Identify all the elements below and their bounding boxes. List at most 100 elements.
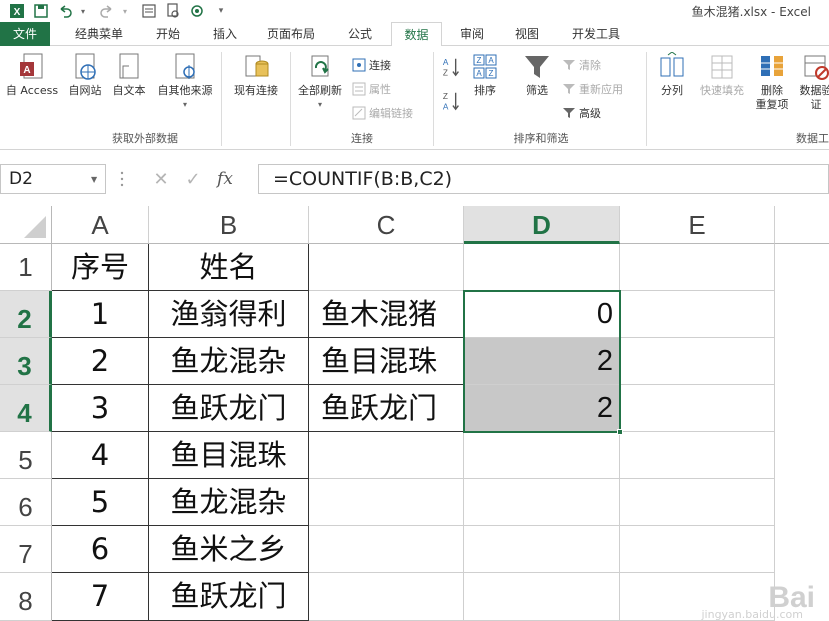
tab-data[interactable]: 数据 [391, 22, 442, 47]
enter-check-icon[interactable]: ✓ [182, 169, 204, 190]
advanced-filter-button[interactable]: 高级 [562, 104, 601, 122]
edit-links-button[interactable]: 编辑链接 [352, 104, 413, 122]
column-header-a[interactable]: A [52, 206, 149, 244]
redo-dropdown-icon[interactable]: ▾ [116, 2, 134, 20]
formula-bar-resize-handle-icon[interactable] [120, 170, 124, 188]
cell-e6[interactable] [620, 479, 775, 526]
sort-descending-button[interactable]: ZA [440, 90, 464, 116]
tab-formulas[interactable]: 公式 [335, 22, 385, 46]
cell-e2[interactable] [620, 291, 775, 338]
refresh-all-button[interactable]: 全部刷新 ▾ [292, 52, 348, 112]
existing-connections-button[interactable]: 现有连接 [225, 52, 287, 98]
cell-e3[interactable] [620, 338, 775, 385]
cell-d3[interactable]: 2 [464, 338, 620, 385]
cell-a7[interactable]: 6 [52, 526, 149, 573]
reapply-button[interactable]: 重新应用 [562, 80, 623, 98]
cancel-icon[interactable]: ✕ [150, 169, 172, 190]
form-icon[interactable] [140, 2, 158, 20]
text-to-columns-button[interactable]: 分列 [652, 52, 692, 98]
cell-a5[interactable]: 4 [52, 432, 149, 479]
sort-ascending-button[interactable]: AZ [440, 56, 464, 82]
row-header-6[interactable]: 6 [0, 479, 52, 526]
cell-c1[interactable] [309, 244, 464, 291]
clear-filter-button[interactable]: 清除 [562, 56, 601, 74]
from-other-sources-button[interactable]: 自其他来源 ▾ [152, 52, 218, 112]
connections-button[interactable]: 连接 [352, 56, 391, 74]
formula-input[interactable]: =COUNTIF(B:B,C2) [258, 164, 829, 194]
tab-home[interactable]: 开始 [143, 22, 193, 46]
filter-button[interactable]: 筛选 [516, 52, 558, 98]
cell-b4[interactable]: 鱼跃龙门 [149, 385, 309, 432]
row-header-3[interactable]: 3 [0, 338, 52, 385]
tab-classic-menu[interactable]: 经典菜单 [64, 22, 134, 46]
undo-dropdown-icon[interactable]: ▾ [74, 2, 92, 20]
insert-function-icon[interactable]: fx [214, 169, 236, 189]
column-header-f[interactable] [775, 206, 829, 244]
cell-b3[interactable]: 鱼龙混杂 [149, 338, 309, 385]
select-all-corner[interactable] [0, 206, 52, 244]
tab-review[interactable]: 审阅 [447, 22, 497, 46]
column-header-d[interactable]: D [464, 206, 620, 244]
cell-d2[interactable]: 0 [464, 291, 620, 338]
cell-b7[interactable]: 鱼米之乡 [149, 526, 309, 573]
cell-d6[interactable] [464, 479, 620, 526]
row-header-1[interactable]: 1 [0, 244, 52, 291]
cell-a2[interactable]: 1 [52, 291, 149, 338]
cell-c4[interactable]: 鱼跃龙门 [309, 385, 464, 432]
row-header-7[interactable]: 7 [0, 526, 52, 573]
row-header-5[interactable]: 5 [0, 432, 52, 479]
cell-b8[interactable]: 鱼跃龙门 [149, 573, 309, 621]
properties-button[interactable]: 属性 [352, 80, 391, 98]
sort-button[interactable]: ZAAZ 排序 [466, 52, 504, 98]
tab-insert[interactable]: 插入 [200, 22, 250, 46]
undo-icon[interactable] [56, 2, 74, 20]
cell-a6[interactable]: 5 [52, 479, 149, 526]
cell-c2[interactable]: 鱼木混猪 [309, 291, 464, 338]
row-header-4[interactable]: 4 [0, 385, 52, 432]
customize-toolbar-icon[interactable]: ▾ [212, 2, 230, 20]
cell-c8[interactable] [309, 573, 464, 621]
touch-mode-icon[interactable] [188, 2, 206, 20]
save-icon[interactable] [32, 2, 50, 20]
cell-a4[interactable]: 3 [52, 385, 149, 432]
cell-b5[interactable]: 鱼目混珠 [149, 432, 309, 479]
remove-duplicates-button[interactable]: 删除 重复项 [752, 52, 792, 112]
redo-icon[interactable] [98, 2, 116, 20]
cell-e5[interactable] [620, 432, 775, 479]
worksheet-grid[interactable]: A B C D E 1 2 3 4 5 6 7 8 序号 姓名 1 渔翁得利 鱼… [0, 206, 829, 621]
cell-b1[interactable]: 姓名 [149, 244, 309, 291]
from-web-button[interactable]: 自网站 [64, 52, 106, 98]
cell-a3[interactable]: 2 [52, 338, 149, 385]
column-header-b[interactable]: B [149, 206, 309, 244]
column-header-e[interactable]: E [620, 206, 775, 244]
cell-a8[interactable]: 7 [52, 573, 149, 621]
cell-c7[interactable] [309, 526, 464, 573]
tab-developer[interactable]: 开发工具 [558, 22, 634, 46]
cell-c6[interactable] [309, 479, 464, 526]
cell-c5[interactable] [309, 432, 464, 479]
tab-file[interactable]: 文件 [0, 22, 50, 46]
cell-c3[interactable]: 鱼目混珠 [309, 338, 464, 385]
row-header-2[interactable]: 2 [0, 291, 52, 338]
cell-e4[interactable] [620, 385, 775, 432]
cell-b2[interactable]: 渔翁得利 [149, 291, 309, 338]
data-validation-button[interactable]: 数据验 证 [796, 52, 829, 112]
tab-view[interactable]: 视图 [502, 22, 552, 46]
print-preview-icon[interactable] [164, 2, 182, 20]
tab-page-layout[interactable]: 页面布局 [256, 22, 326, 46]
cell-d7[interactable] [464, 526, 620, 573]
cell-b6[interactable]: 鱼龙混杂 [149, 479, 309, 526]
cell-e1[interactable] [620, 244, 775, 291]
fill-handle[interactable] [617, 429, 623, 435]
flash-fill-button[interactable]: 快速填充 [696, 52, 748, 98]
cell-a1[interactable]: 序号 [52, 244, 149, 291]
column-header-c[interactable]: C [309, 206, 464, 244]
cell-d5[interactable] [464, 432, 620, 479]
from-text-button[interactable]: 自文本 [107, 52, 151, 98]
from-access-button[interactable]: A 自 Access [0, 52, 64, 98]
cell-d1[interactable] [464, 244, 620, 291]
cell-d4[interactable]: 2 [464, 385, 620, 432]
cell-e7[interactable] [620, 526, 775, 573]
name-box-dropdown-icon[interactable]: ▼ [91, 175, 97, 184]
row-header-8[interactable]: 8 [0, 573, 52, 621]
